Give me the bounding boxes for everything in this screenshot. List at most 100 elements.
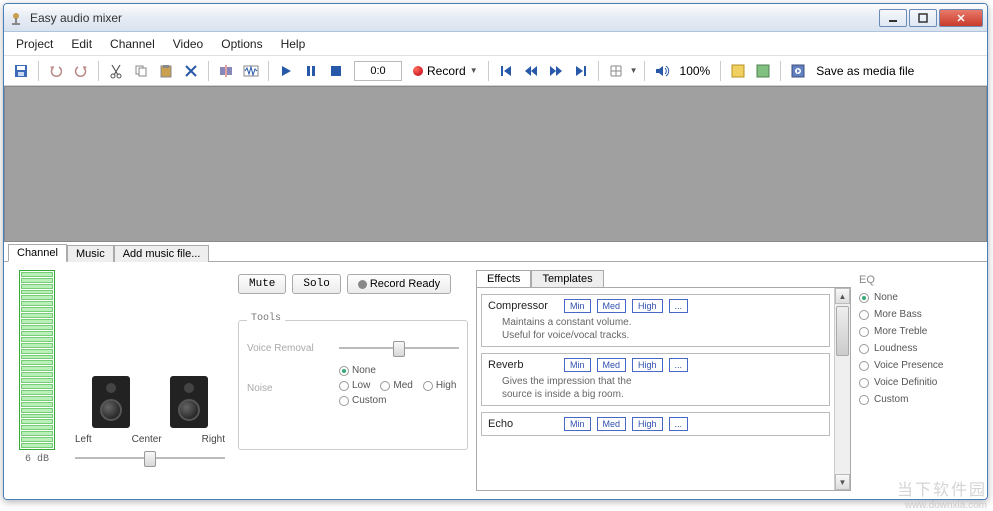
- tab-add-music[interactable]: Add music file...: [114, 245, 210, 262]
- balance-column: Left Center Right: [70, 270, 230, 491]
- reverb-med-button[interactable]: Med: [597, 358, 627, 372]
- tab-music[interactable]: Music: [67, 245, 114, 262]
- tab-effects[interactable]: Effects: [476, 270, 531, 287]
- tab-templates[interactable]: Templates: [531, 270, 603, 287]
- noise-med-radio[interactable]: Med: [380, 380, 412, 391]
- eq-loudness-radio[interactable]: Loudness: [859, 343, 979, 354]
- yellow-box-icon[interactable]: [727, 60, 749, 82]
- effect-echo: Echo Min Med High ...: [481, 412, 830, 436]
- compressor-min-button[interactable]: Min: [564, 299, 591, 313]
- scroll-up-icon[interactable]: ▲: [835, 288, 850, 304]
- record-button[interactable]: Record ▼: [409, 64, 482, 78]
- menu-video[interactable]: Video: [173, 37, 203, 51]
- skip-start-icon[interactable]: [495, 60, 517, 82]
- rewind-icon[interactable]: [520, 60, 542, 82]
- noise-custom-radio[interactable]: Custom: [339, 395, 386, 406]
- noise-none-radio[interactable]: None: [339, 365, 376, 376]
- eq-column: EQ None More Bass More Treble Loudness V…: [859, 270, 979, 491]
- menu-options[interactable]: Options: [221, 37, 262, 51]
- save-as-media-label[interactable]: Save as media file: [816, 64, 914, 78]
- scroll-down-icon[interactable]: ▼: [835, 474, 850, 490]
- eq-custom-radio[interactable]: Custom: [859, 394, 979, 405]
- mute-button[interactable]: Mute: [238, 274, 286, 294]
- pause-icon[interactable]: [300, 60, 322, 82]
- save-icon[interactable]: [10, 60, 32, 82]
- paste-icon[interactable]: [155, 60, 177, 82]
- effect-compressor: Compressor Min Med High ... Maintains a …: [481, 294, 830, 347]
- level-meter: [19, 270, 55, 450]
- channel-tabs: Channel Music Add music file...: [4, 242, 987, 262]
- effects-list: Compressor Min Med High ... Maintains a …: [477, 288, 834, 490]
- app-window: Easy audio mixer Project Edit Channel Vi…: [3, 3, 988, 500]
- solo-button[interactable]: Solo: [292, 274, 340, 294]
- eq-more-bass-radio[interactable]: More Bass: [859, 309, 979, 320]
- redo-icon[interactable]: [70, 60, 92, 82]
- menu-help[interactable]: Help: [281, 37, 306, 51]
- balance-right-label: Right: [202, 434, 225, 445]
- split-icon[interactable]: [215, 60, 237, 82]
- eq-voice-definition-radio[interactable]: Voice Definitio: [859, 377, 979, 388]
- eq-voice-presence-radio[interactable]: Voice Presence: [859, 360, 979, 371]
- toolbar: 0:0 Record ▼ ▼ 100% Save as media file: [4, 56, 987, 86]
- controls-column: Mute Solo Record Ready Tools Voice Remov…: [238, 270, 468, 491]
- balance-slider[interactable]: [75, 449, 225, 467]
- forward-icon[interactable]: [545, 60, 567, 82]
- right-speaker-icon: [170, 376, 208, 428]
- skip-end-icon[interactable]: [570, 60, 592, 82]
- close-button[interactable]: [939, 9, 983, 27]
- time-display: 0:0: [354, 61, 402, 81]
- channel-panel: 6 dB Left Center Right Mute Solo: [4, 262, 987, 499]
- tools-title: Tools: [247, 313, 285, 324]
- window-title: Easy audio mixer: [30, 11, 879, 25]
- maximize-button[interactable]: [909, 9, 937, 27]
- undo-icon[interactable]: [45, 60, 67, 82]
- waveform-icon[interactable]: [240, 60, 262, 82]
- echo-med-button[interactable]: Med: [597, 417, 627, 431]
- eq-more-treble-radio[interactable]: More Treble: [859, 326, 979, 337]
- meter-db-label: 6 dB: [25, 454, 49, 465]
- effects-column: Effects Templates Compressor Min Med Hig…: [476, 270, 851, 491]
- volume-percent: 100%: [680, 64, 711, 78]
- copy-icon[interactable]: [130, 60, 152, 82]
- minimize-button[interactable]: [879, 9, 907, 27]
- volume-icon[interactable]: [651, 60, 673, 82]
- noise-label: Noise: [247, 383, 331, 394]
- echo-min-button[interactable]: Min: [564, 417, 591, 431]
- noise-high-radio[interactable]: High: [423, 380, 457, 391]
- reverb-high-button[interactable]: High: [632, 358, 663, 372]
- green-box-icon[interactable]: [752, 60, 774, 82]
- menu-edit[interactable]: Edit: [71, 37, 92, 51]
- left-speaker-icon: [92, 376, 130, 428]
- media-file-icon[interactable]: [787, 60, 809, 82]
- app-icon: [8, 10, 24, 26]
- eq-none-radio[interactable]: None: [859, 292, 979, 303]
- compressor-high-button[interactable]: High: [632, 299, 663, 313]
- balance-left-label: Left: [75, 434, 92, 445]
- reverb-more-button[interactable]: ...: [669, 358, 689, 372]
- delete-icon[interactable]: [180, 60, 202, 82]
- menu-channel[interactable]: Channel: [110, 37, 155, 51]
- echo-high-button[interactable]: High: [632, 417, 663, 431]
- voice-removal-slider[interactable]: [339, 341, 459, 355]
- record-ready-icon: [358, 280, 367, 289]
- play-icon[interactable]: [275, 60, 297, 82]
- balance-center-label: Center: [132, 434, 162, 445]
- cut-icon[interactable]: [105, 60, 127, 82]
- grid-icon[interactable]: [605, 60, 627, 82]
- effects-scrollbar[interactable]: ▲ ▼: [834, 288, 850, 490]
- timeline-area[interactable]: [4, 86, 987, 242]
- menu-project[interactable]: Project: [16, 37, 53, 51]
- tab-channel[interactable]: Channel: [8, 244, 67, 262]
- chevron-down-icon[interactable]: ▼: [630, 66, 638, 75]
- reverb-min-button[interactable]: Min: [564, 358, 591, 372]
- compressor-med-button[interactable]: Med: [597, 299, 627, 313]
- voice-removal-label: Voice Removal: [247, 343, 331, 354]
- record-ready-button[interactable]: Record Ready: [347, 274, 451, 294]
- echo-more-button[interactable]: ...: [669, 417, 689, 431]
- titlebar: Easy audio mixer: [4, 4, 987, 32]
- noise-low-radio[interactable]: Low: [339, 380, 370, 391]
- compressor-more-button[interactable]: ...: [669, 299, 689, 313]
- stop-icon[interactable]: [325, 60, 347, 82]
- effect-reverb: Reverb Min Med High ... Gives the impres…: [481, 353, 830, 406]
- chevron-down-icon: ▼: [470, 66, 478, 75]
